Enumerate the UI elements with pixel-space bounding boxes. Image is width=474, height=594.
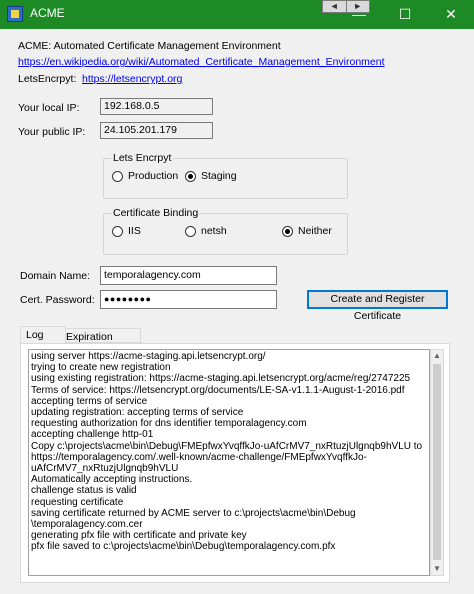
lets-encrypt-group-title: Lets Encrpyt [111, 152, 174, 164]
wiki-link[interactable]: https://en.wikipedia.org/wiki/Automated_… [18, 56, 385, 68]
minimize-button[interactable]: — [336, 0, 382, 29]
letsencrypt-label: LetsEncrpyt: [18, 73, 77, 85]
log-line: \temporalagency.com.cer [31, 519, 143, 531]
log-line: requesting certificate [31, 496, 124, 508]
radio-iis-indicator[interactable] [112, 225, 123, 237]
app-icon [7, 6, 23, 22]
log-line: trying to create new registration [31, 362, 171, 374]
log-line: https://temporalagency.com/.well-known/a… [31, 451, 367, 463]
close-button[interactable]: ✕ [428, 0, 474, 29]
radio-staging[interactable]: Staging [185, 170, 237, 182]
password-input[interactable]: ●●●●●●●● [100, 290, 277, 309]
log-line: pfx file saved to c:\projects\acme\bin\D… [31, 541, 336, 553]
radio-production[interactable]: Production [112, 170, 178, 182]
log-line: accepting terms of service [31, 395, 148, 407]
log-line: using existing registration: https://acm… [31, 373, 411, 385]
log-line: updating registration: accepting terms o… [31, 407, 244, 419]
password-label: Cert. Password: [20, 294, 95, 306]
log-line: Copy c:\projects\acme\bin\Debug\FMEpfwxY… [31, 440, 423, 452]
binding-group-title: Certificate Binding [111, 207, 201, 219]
radio-netsh[interactable]: netsh [185, 225, 227, 237]
tab-log[interactable]: Log [20, 326, 66, 344]
domain-label: Domain Name: [20, 270, 91, 282]
radio-iis-label[interactable]: IIS [128, 225, 141, 237]
scroll-up-icon[interactable]: ▲ [431, 350, 443, 362]
scroll-thumb[interactable] [433, 364, 441, 560]
log-line: generating pfx file with certificate and… [31, 530, 247, 542]
public-ip-label: Your public IP: [18, 126, 86, 138]
radio-neither[interactable]: Neither [282, 225, 332, 237]
app-description: ACME: Automated Certificate Management E… [18, 40, 281, 52]
radio-netsh-label[interactable]: netsh [201, 225, 227, 237]
log-scrollbar[interactable]: ▲ ▼ [430, 349, 444, 576]
log-line: challenge status is valid [31, 485, 137, 497]
radio-netsh-indicator[interactable] [185, 225, 196, 237]
log-line: requesting authorization for dns identif… [31, 418, 307, 430]
radio-neither-indicator[interactable] [282, 225, 293, 237]
radio-staging-indicator[interactable] [185, 170, 196, 182]
radio-production-indicator[interactable] [112, 170, 123, 182]
local-ip-label: Your local IP: [18, 102, 80, 114]
scroll-down-icon[interactable]: ▼ [431, 563, 443, 575]
local-ip-field: 192.168.0.5 [100, 98, 213, 115]
log-line: accepting challenge http-01 [31, 429, 154, 441]
radio-production-label[interactable]: Production [128, 170, 178, 182]
title-bar: ACME ◄ ► — ☐ ✕ [0, 0, 474, 29]
log-line: using server https://acme-staging.api.le… [31, 351, 266, 362]
create-register-button[interactable]: Create and Register Certificate [307, 290, 448, 322]
log-line: uAfCrMV7_nxRtuzjUlgnqb9hVLU [31, 463, 179, 475]
log-line: Automatically accepting instructions. [31, 474, 193, 486]
log-line: Terms of service: https://letsencrypt.or… [31, 384, 405, 396]
log-line: saving certificate returned by ACME serv… [31, 507, 356, 519]
letsencrypt-link[interactable]: https://letsencrypt.org [82, 73, 182, 85]
tab-expiration-dates[interactable]: Expiration Dates [60, 328, 141, 360]
radio-iis[interactable]: IIS [112, 225, 141, 237]
maximize-button[interactable]: ☐ [382, 0, 428, 29]
radio-staging-label[interactable]: Staging [201, 170, 237, 182]
domain-input[interactable]: temporalagency.com [100, 266, 277, 285]
log-textbox[interactable]: using server https://acme-staging.api.le… [28, 349, 430, 576]
public-ip-field: 24.105.201.179 [100, 122, 213, 139]
radio-neither-label[interactable]: Neither [298, 225, 332, 237]
window-title: ACME [30, 6, 65, 20]
